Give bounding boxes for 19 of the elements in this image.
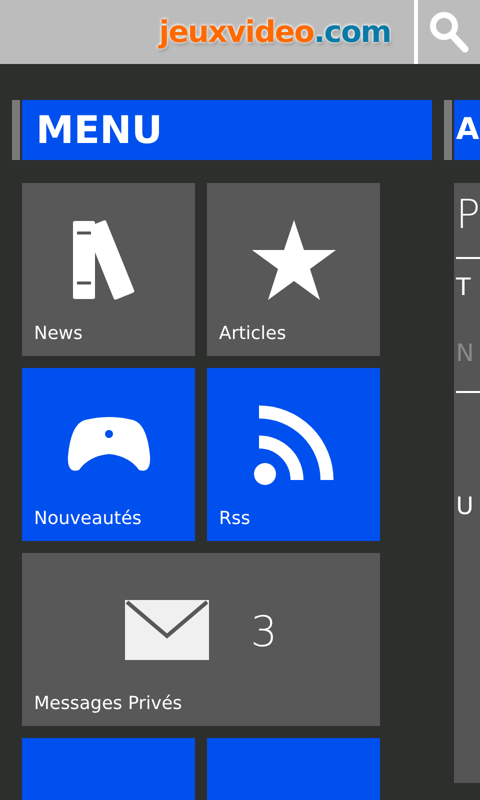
accent-bar [444, 100, 452, 160]
menu-tile[interactable]: Articles [207, 183, 380, 356]
rss-icon [252, 404, 334, 486]
envelope-icon [124, 600, 209, 660]
card-text: U [456, 491, 475, 522]
menu-tile[interactable]: Rss [207, 368, 380, 541]
site-logo: jeuxvideo.com [159, 14, 391, 50]
menu-tile[interactable]: 3 Messages Privés [22, 553, 380, 726]
unread-count: 3 [250, 606, 278, 656]
search-icon [429, 11, 469, 53]
accent-bar [12, 100, 20, 160]
gamepad-icon [66, 416, 150, 474]
menu-tile[interactable]: News [22, 183, 195, 356]
card-text: T [456, 272, 472, 303]
section-header[interactable]: A [454, 100, 480, 160]
card-title: P [456, 193, 480, 237]
menu-tile[interactable]: Nouveautés [22, 368, 195, 541]
star-icon [252, 220, 336, 300]
section-header[interactable]: MENU [22, 100, 432, 160]
